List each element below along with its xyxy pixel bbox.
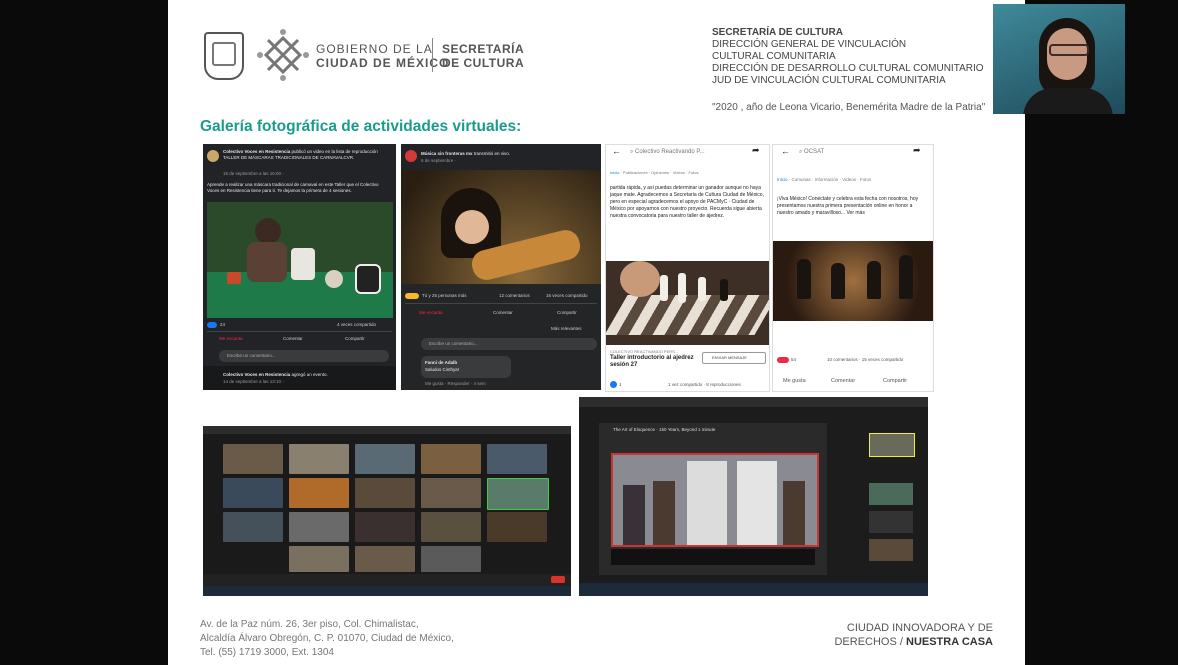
gallery-title: Galería fotográfica de actividades virtu…: [200, 118, 522, 135]
share-count: 16 veces compartido: [546, 293, 588, 298]
comment-button[interactable]: Comentar: [493, 310, 513, 316]
comment-placeholder: Escribe un comentario...: [227, 353, 276, 358]
post-header: Música sin fronteras mx transmitió en vi…: [421, 151, 511, 156]
reaction-count: 24: [220, 322, 226, 327]
video-thumbnail[interactable]: [207, 202, 393, 318]
participant-thumbnail: [869, 433, 915, 457]
share-arrow-icon[interactable]: ➦: [752, 146, 760, 154]
back-arrow-icon[interactable]: ←: [612, 147, 621, 155]
presentation-slide: GOBIERNO DE LA CIUDAD DE MÉXICO SECRETAR…: [168, 0, 1025, 665]
share-arrow-icon[interactable]: ➦: [913, 146, 921, 154]
post-date: 15 de septiembre a las 16:00 ·: [223, 171, 284, 176]
like-icon: [610, 381, 617, 388]
like-button[interactable]: Me encanta: [219, 336, 243, 342]
page-label: COLECTIVO REACTIVANDO PERS...: [610, 349, 679, 354]
post-stats: 1 vez compartido · 8 reproducciones: [668, 382, 741, 387]
share-button[interactable]: Compartir: [883, 378, 907, 385]
comment-placeholder: Escribe un comentario...: [429, 341, 478, 346]
logo-divider: [432, 38, 433, 72]
windows-taskbar: [579, 583, 928, 596]
sort-comments[interactable]: Más relevantes: [551, 326, 582, 332]
next-post-date: 14 de septiembre a las 13:10 ·: [223, 379, 284, 384]
screenshot-ocsat-concert: ← ⌕ OCSAT ➦ Inicio · Comunas · Informaci…: [772, 144, 934, 392]
page-tabs[interactable]: Inicio · Publicaciones · Opiniones · Vid…: [610, 170, 698, 176]
screenshot-zoom-gallery: [203, 426, 571, 596]
concert-video[interactable]: [773, 241, 933, 321]
share-button[interactable]: Compartir: [557, 310, 577, 316]
divider: [207, 331, 392, 332]
screenshot-music-live: Música sin fronteras mx transmitió en vi…: [401, 144, 601, 390]
avatar: [207, 150, 219, 162]
chess-video[interactable]: [606, 261, 769, 345]
windows-taskbar: [203, 586, 571, 596]
participant-thumbnail: [869, 483, 913, 505]
reply-actions: Me gusta · Responder · 4 sem: [425, 381, 486, 386]
share-button[interactable]: Compartir: [345, 336, 365, 342]
reaction-count: 1: [619, 382, 622, 387]
window-titlebar: [579, 397, 928, 407]
reaction-icons: [777, 357, 789, 363]
like-button[interactable]: Me encanta: [419, 310, 443, 316]
screenshot-chess-workshop: ← ⌕ Colectivo Reactivando P... ➦ Inicio …: [605, 144, 770, 392]
share-count: 4 veces compartido: [337, 322, 377, 327]
comment-count: 12 comentarios: [499, 293, 530, 298]
gobierno-cdmx-wordmark: GOBIERNO DE LA CIUDAD DE MÉXICO: [316, 42, 450, 70]
end-meeting-button[interactable]: [551, 576, 565, 583]
footer-address: Av. de la Paz núm. 26, 3er piso, Col. Ch…: [200, 619, 454, 658]
reply-text: Saludos Cinthya!: [425, 367, 460, 372]
reaction-count: 54: [791, 357, 797, 362]
post-header: Colectivo Voces en Resistencia publicó u…: [223, 149, 378, 160]
comment-button[interactable]: Comentar: [831, 378, 855, 385]
institution-heading: SECRETARÍA DE CULTURA DIRECCIÓN GENERAL …: [712, 27, 984, 86]
cdmx-crest-logo: [204, 32, 244, 80]
divider: [405, 303, 597, 304]
search-bar[interactable]: ⌕ Colectivo Reactivando P...: [630, 149, 705, 156]
page-tabs[interactable]: Inicio · Comunas · Información · Videos …: [777, 177, 871, 183]
reaction-count: Tú y 25 personas más: [422, 293, 467, 298]
footer-slogan: CIUDAD INNOVADORA Y DE DERECHOS / NUESTR…: [834, 622, 993, 648]
next-post: [203, 366, 396, 390]
secretaria-cultura-wordmark: SECRETARÍA DE CULTURA: [442, 42, 525, 70]
post-stats: 10 comentarios · 15 veces compartido: [827, 357, 904, 362]
year-quote: "2020 , año de Leona Vicario, Benemérita…: [712, 102, 986, 113]
post-date: 6 de septiembre ·: [421, 158, 457, 163]
next-post-header: Colectivo Voces en Resistencia agregó un…: [223, 372, 328, 377]
reaction-icons: [207, 322, 217, 328]
back-arrow-icon[interactable]: ←: [781, 147, 790, 155]
participant-thumbnail: [869, 539, 913, 561]
send-message-label: ENVIAR MENSAJE: [712, 355, 747, 360]
post-body: partida rápida, y así puedas determinar …: [610, 185, 764, 219]
window-titlebar: [203, 426, 571, 434]
post-title: Taller introductorio al ajedrez sesión 2…: [610, 355, 694, 368]
screenshot-mask-workshop: Colectivo Voces en Resistencia publicó u…: [203, 144, 396, 390]
zoom-toolbar[interactable]: [203, 574, 571, 586]
participant-grid: [223, 444, 551, 572]
search-bar[interactable]: ⌕ OCSAT: [799, 149, 824, 156]
gobierno-cdmx-logo: [257, 29, 309, 81]
participant-thumbnail: [869, 511, 913, 533]
post-body: ¡Viva México! Conéctate y celebra esta f…: [777, 196, 919, 216]
screenshot-zoom-screenshare: The Art of Eloquence · 150 Years, Beyond…: [579, 397, 928, 596]
like-button[interactable]: Me gusta: [783, 378, 806, 385]
shared-screen: The Art of Eloquence · 150 Years, Beyond…: [599, 423, 827, 575]
thumbnail-strip: [611, 549, 815, 565]
movie-frame: [611, 453, 819, 547]
reply-author: Fanni de Adalb: [425, 360, 458, 365]
post-body: Aprende a realizar una máscara tradicion…: [207, 182, 379, 193]
meeting-title: The Art of Eloquence · 150 Years, Beyond…: [613, 427, 716, 432]
reaction-icons: [405, 293, 419, 299]
avatar: [405, 150, 417, 162]
webcam-video: [993, 4, 1125, 114]
comment-button[interactable]: Comentar: [283, 336, 303, 342]
